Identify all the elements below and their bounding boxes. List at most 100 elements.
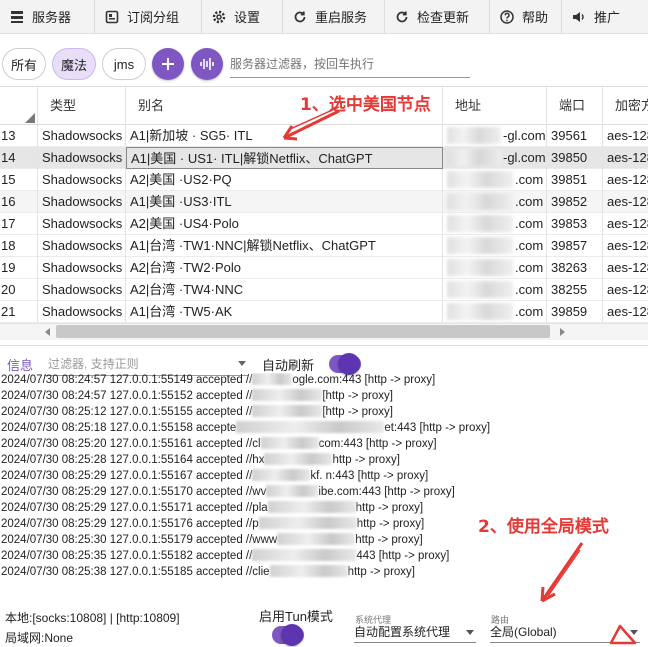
table-row[interactable]: 15 Shadowsocks A2|美国 ·US2·PQ .com 39851 … — [0, 169, 648, 191]
row-encryption: aes-128 — [607, 282, 648, 297]
row-alias: A1|美国 ·US3·ITL — [126, 191, 443, 213]
redacted-address — [447, 237, 513, 254]
row-index: 15 — [0, 169, 38, 191]
check-update-label: 检查更新 — [417, 10, 470, 25]
log-line: 2024/07/30 08:25:12 127.0.0.1:55155 acce… — [1, 403, 393, 419]
log-line: 2024/07/30 08:25:29 127.0.0.1:55171 acce… — [1, 499, 423, 515]
chip-magic[interactable]: 魔法 — [52, 48, 96, 80]
filter-options-button[interactable] — [191, 48, 223, 80]
row-type: Shadowsocks — [38, 147, 126, 169]
log-text: 2024/07/30 08:25:29 127.0.0.1:55171 acce… — [1, 502, 268, 514]
log-text: 2024/07/30 08:25:18 127.0.0.1:55158 acce… — [1, 422, 237, 434]
refresh-icon — [394, 9, 410, 25]
log-line: 2024/07/30 08:24:57 127.0.0.1:55152 acce… — [1, 387, 393, 403]
redacted-host — [264, 453, 333, 465]
table-row[interactable]: 17 Shadowsocks A2|美国 ·US4·Polo .com 3985… — [0, 213, 648, 235]
system-proxy-select[interactable]: 自动配置系统代理 — [354, 621, 476, 643]
col-address[interactable]: 地址 — [443, 87, 547, 125]
table-row[interactable]: 18 Shadowsocks A1|台湾 ·TW1·NNC|解锁Netflix、… — [0, 235, 648, 257]
tab-info[interactable]: 信息 — [7, 355, 33, 374]
row-address: .com — [443, 301, 547, 323]
log-line: 2024/07/30 08:25:29 127.0.0.1:55170 acce… — [1, 483, 455, 499]
row-address: .com — [443, 213, 547, 235]
redacted-host — [252, 405, 323, 417]
row-address-text: .com — [515, 304, 544, 319]
row-alias: A2|美国 ·US4·Polo — [126, 213, 443, 235]
servers-menu-button[interactable]: 服务器 — [0, 0, 95, 34]
scroll-left-icon[interactable] — [44, 328, 52, 336]
row-address: .com — [443, 169, 547, 191]
row-alias: A1|新加坡 · SG5· ITL — [126, 125, 443, 147]
tun-mode-toggle[interactable] — [272, 624, 304, 646]
redacted-address — [447, 149, 501, 166]
log-line: 2024/07/30 08:25:18 127.0.0.1:55158 acce… — [1, 419, 490, 435]
row-address: .com — [443, 279, 547, 301]
log-text: 2024/07/30 08:25:30 127.0.0.1:55179 acce… — [1, 534, 278, 546]
horizontal-scroll-thumb[interactable] — [56, 325, 550, 338]
log-text: http -> proxy] — [347, 566, 415, 578]
table-row[interactable]: 20 Shadowsocks A2|台湾 ·TW4·NNC .com 38255… — [0, 279, 648, 301]
redacted-host — [277, 533, 356, 545]
subscription-group-button[interactable]: 订阅分组 — [95, 0, 202, 34]
redacted-host — [252, 373, 293, 385]
redacted-address — [447, 215, 513, 232]
col-encryption[interactable]: 加密方 — [603, 87, 648, 125]
col-address-label: 地址 — [455, 98, 482, 113]
row-encryption: aes-128 — [607, 194, 648, 209]
row-alias: A2|美国 ·US2·PQ — [126, 169, 443, 191]
table-row[interactable]: 16 Shadowsocks A1|美国 ·US3·ITL .com 39852… — [0, 191, 648, 213]
chevron-down-icon[interactable] — [238, 361, 246, 366]
add-subscription-button[interactable] — [152, 48, 184, 80]
system-proxy-value: 自动配置系统代理 — [354, 625, 451, 639]
redacted-address — [447, 171, 513, 188]
col-index[interactable] — [0, 87, 38, 125]
row-port: 39561 — [547, 125, 603, 147]
log-text: http -> proxy] — [356, 518, 425, 530]
redacted-address — [447, 281, 513, 298]
promotion-button[interactable]: 推广 — [562, 0, 648, 34]
col-port[interactable]: 端口 — [547, 87, 603, 125]
row-alias: A2|台湾 ·TW4·NNC — [126, 279, 443, 301]
chip-all[interactable]: 所有 — [2, 48, 46, 80]
row-port: 39853 — [547, 213, 603, 235]
filter-bar: 所有 魔法 jms — [0, 44, 648, 84]
scroll-right-icon[interactable] — [558, 328, 566, 336]
log-line: 2024/07/30 08:25:38 127.0.0.1:55185 acce… — [1, 563, 415, 579]
restart-service-button[interactable]: 重启服务 — [283, 0, 385, 34]
log-area[interactable]: 2024/07/30 08:24:57 127.0.0.1:55149 acce… — [0, 373, 648, 583]
auto-refresh-toggle[interactable] — [329, 353, 361, 375]
row-encryption: aes-128 — [607, 238, 648, 253]
table-row[interactable]: 19 Shadowsocks A2|台湾 ·TW2·Polo .com 3826… — [0, 257, 648, 279]
log-text: 2024/07/30 08:25:28 127.0.0.1:55164 acce… — [1, 454, 265, 466]
row-port: 38263 — [547, 257, 603, 279]
row-alias: A1|台湾 ·TW1·NNC|解锁Netflix、ChatGPT — [126, 235, 443, 257]
chip-jms[interactable]: jms — [102, 48, 146, 80]
row-address-text: .com — [515, 172, 544, 187]
row-index: 16 — [0, 191, 38, 213]
col-encryption-label: 加密方 — [615, 98, 648, 113]
row-encryption: aes-128 — [607, 216, 648, 231]
row-address: -gl.com — [443, 125, 547, 147]
row-alias: A1|美国 · US1· ITL|解锁Netflix、ChatGPT — [126, 147, 443, 169]
routing-select[interactable]: 全局(Global) — [490, 621, 640, 643]
row-alias: A1|台湾 ·TW5·AK — [126, 301, 443, 323]
subscription-group-label: 订阅分组 — [127, 10, 180, 25]
settings-button[interactable]: 设置 — [202, 0, 283, 34]
check-update-button[interactable]: 检查更新 — [385, 0, 490, 34]
table-row-selected[interactable]: 14 Shadowsocks A1|美国 · US1· ITL|解锁Netfli… — [0, 147, 648, 169]
annotation-step1: 1、选中美国节点 — [300, 95, 431, 115]
plus-icon — [162, 58, 174, 70]
log-text: 2024/07/30 08:25:29 127.0.0.1:55176 acce… — [1, 518, 259, 530]
col-type[interactable]: 类型 — [38, 87, 126, 125]
table-row[interactable]: 13 Shadowsocks A1|新加坡 · SG5· ITL -gl.com… — [0, 125, 648, 147]
redacted-host — [267, 501, 356, 513]
server-filter-input[interactable] — [230, 50, 470, 78]
row-port: 39850 — [547, 147, 603, 169]
row-address-text: .com — [515, 260, 544, 275]
chip-jms-label: jms — [113, 56, 135, 72]
row-type: Shadowsocks — [38, 279, 126, 301]
table-row[interactable]: 21 Shadowsocks A1|台湾 ·TW5·AK .com 39859 … — [0, 301, 648, 323]
promotion-label: 推广 — [594, 10, 621, 25]
row-encryption: aes-128 — [607, 172, 648, 187]
help-button[interactable]: 帮助 — [490, 0, 562, 34]
